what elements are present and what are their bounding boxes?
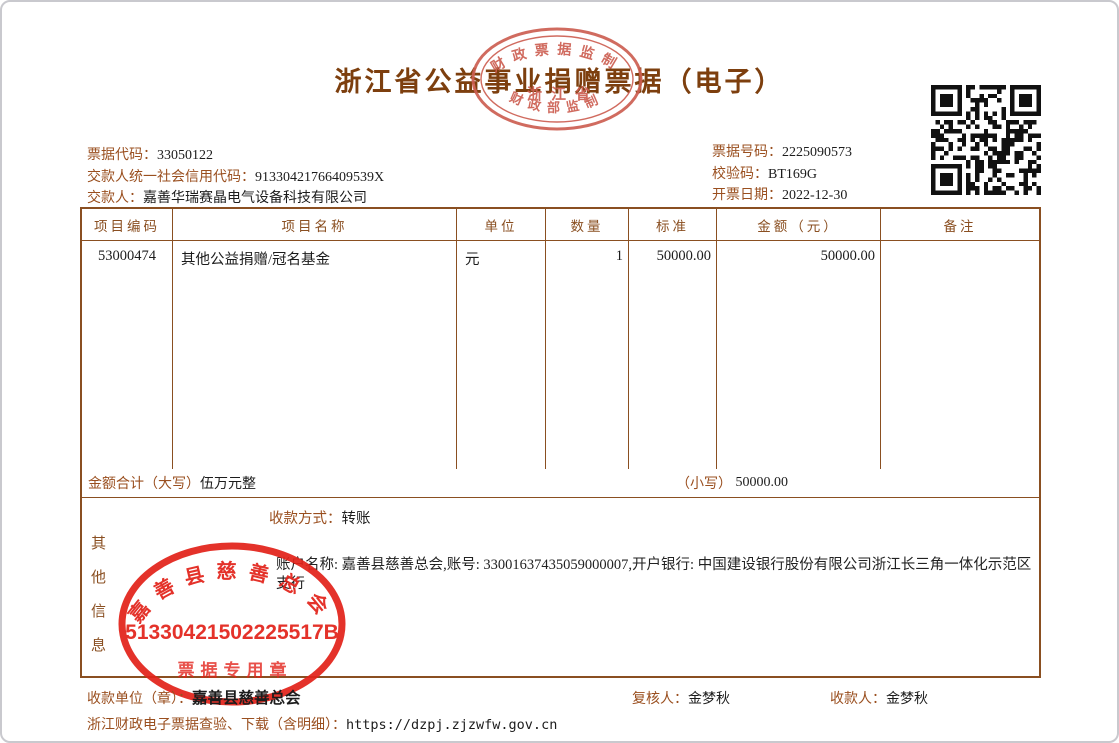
payer-name-label: 交款人： (87, 191, 143, 206)
total-daxie-value: 伍万元整 (200, 473, 256, 493)
payment-method-line: 收款方式：转账 (269, 507, 371, 528)
payer-credit-code-value: 91330421766409539X (255, 170, 384, 185)
receipt-number-label: 票据号码： (712, 145, 782, 160)
receipt-page: 浙江省公益事业捐赠票据（电子） 票据代码：33050122 交款人统一社会信用代… (0, 0, 1119, 743)
payee-unit-label: 收款单位（章）： (87, 692, 192, 707)
reviewer-value: 金梦秋 (688, 692, 730, 707)
total-xiaoxie-value: 50000.00 (736, 475, 789, 491)
check-code-value: BT169G (768, 167, 817, 182)
total-xiaoxie-label: （小写） (676, 473, 732, 493)
other-info-char: 息 (91, 634, 106, 655)
payee-value: 金梦秋 (886, 692, 928, 707)
cell-remark (881, 241, 1039, 469)
col-header-standard: 标准 (629, 209, 717, 240)
payee-line: 收款人：金梦秋 (830, 688, 928, 708)
other-info-vertical-label: 其 他 信 息 (91, 532, 106, 655)
col-header-unit: 单位 (457, 209, 546, 240)
col-header-remark: 备注 (881, 209, 1039, 240)
bank-account-line: 账户名称: 嘉善县慈善总会,账号: 33001637435059000007,开… (276, 556, 1038, 594)
check-code-line: 校验码：BT169G (712, 164, 852, 186)
payer-name-value: 嘉善华瑞赛晶电气设备科技有限公司 (143, 191, 367, 206)
cell-quantity: 1 (546, 241, 629, 469)
fiscal-supervision-seal: 财政票据监制 浙江省 财政部监制 (467, 22, 647, 140)
cell-item-code: 53000474 (82, 241, 173, 469)
issue-date-line: 开票日期：2022-12-30 (712, 185, 852, 207)
cell-item-name: 其他公益捐赠/冠名基金 (173, 241, 457, 469)
issue-date-value: 2022-12-30 (782, 188, 847, 203)
payee-label: 收款人： (830, 692, 886, 707)
qr-code (930, 85, 1042, 195)
cell-unit: 元 (457, 241, 546, 469)
payer-credit-code-label: 交款人统一社会信用代码： (87, 170, 255, 185)
table-row: 53000474 其他公益捐赠/冠名基金 元 1 50000.00 50000.… (82, 241, 1039, 469)
payment-method-value: 转账 (342, 511, 371, 527)
col-header-quantity: 数量 (546, 209, 629, 240)
seal-org-code: 51330421502225517B (125, 621, 339, 644)
payer-info-block: 票据代码：33050122 交款人统一社会信用代码：91330421766409… (87, 145, 384, 210)
payer-credit-code-line: 交款人统一社会信用代码：91330421766409539X (87, 167, 384, 189)
other-info-char: 信 (91, 600, 106, 621)
issue-date-label: 开票日期： (712, 188, 782, 203)
verification-footer: 浙江财政电子票据查验、下载（含明细）：https://dzpj.zjzwfw.g… (87, 714, 557, 734)
verify-label: 浙江财政电子票据查验、下载（含明细）： (87, 718, 346, 733)
other-info-char: 其 (91, 532, 106, 553)
payee-unit-value: 嘉善县慈善总会 (192, 690, 301, 707)
receipt-code-line: 票据代码：33050122 (87, 145, 384, 167)
reviewer-label: 复核人： (632, 692, 688, 707)
col-header-item-code: 项目编码 (82, 209, 173, 240)
receipt-code-label: 票据代码： (87, 148, 157, 163)
organization-seal: 嘉善县慈善总会 51330421502225517B 票据专用章 (110, 540, 354, 708)
table-header-row: 项目编码 项目名称 单位 数量 标准 金额（元） 备注 (82, 209, 1039, 241)
col-header-item-name: 项目名称 (173, 209, 457, 240)
reviewer-line: 复核人：金梦秋 (632, 688, 730, 708)
receipt-meta-block: 票据号码：2225090573 校验码：BT169G 开票日期：2022-12-… (712, 142, 852, 207)
check-code-label: 校验码： (712, 167, 768, 182)
total-daxie-label: 金额合计（大写） (88, 473, 200, 493)
total-xiaoxie-group: （小写） 50000.00 (676, 469, 788, 497)
verify-url-link[interactable]: https://dzpj.zjzwfw.gov.cn (346, 717, 557, 733)
payment-method-label: 收款方式： (269, 511, 342, 527)
receipt-number-line: 票据号码：2225090573 (712, 142, 852, 164)
col-header-amount: 金额（元） (717, 209, 881, 240)
other-info-char: 他 (91, 566, 106, 587)
total-row: 金额合计（大写） 伍万元整 （小写） 50000.00 (82, 469, 1039, 498)
cell-amount: 50000.00 (717, 241, 881, 469)
receipt-code-value: 33050122 (157, 148, 213, 163)
payee-unit-line: 收款单位（章）：嘉善县慈善总会 (87, 686, 301, 708)
seal-caption: 票据专用章 (178, 660, 293, 680)
cell-standard: 50000.00 (629, 241, 717, 469)
receipt-number-value: 2225090573 (782, 145, 852, 160)
